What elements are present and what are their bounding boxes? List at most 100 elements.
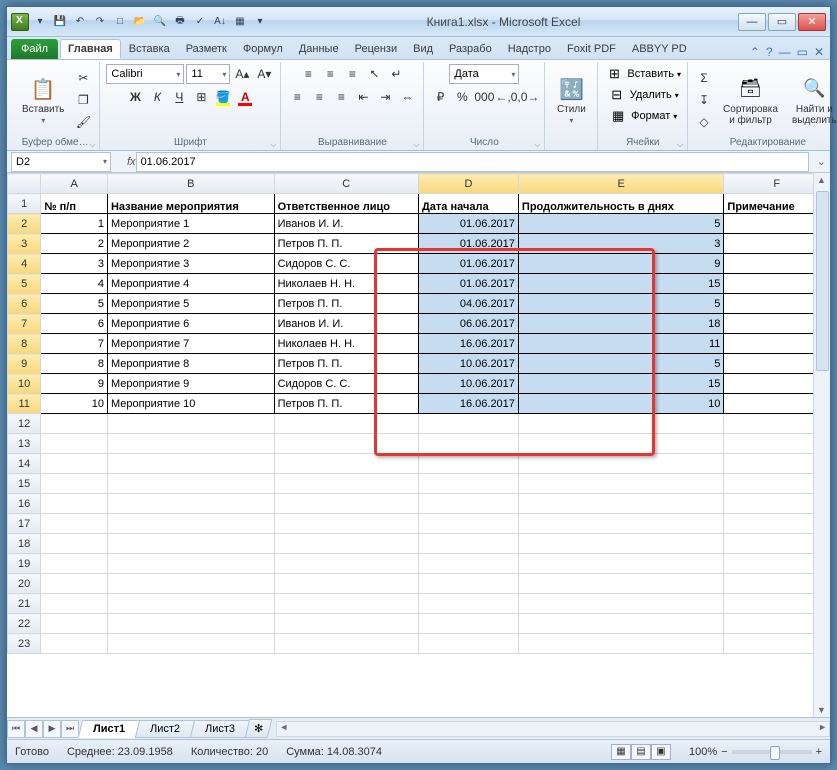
cell[interactable]: 16.06.2017 [418, 334, 518, 354]
styles-button[interactable]: 🔣 Стили ▾ [551, 72, 591, 128]
row-header-9[interactable]: 9 [8, 354, 41, 374]
cell[interactable] [274, 494, 418, 514]
maximize-button[interactable]: ▭ [768, 13, 796, 31]
minimize-button[interactable]: — [738, 13, 766, 31]
inc-decimal-icon[interactable]: ←,0 [496, 87, 516, 107]
row-header-21[interactable]: 21 [8, 594, 41, 614]
cell[interactable] [518, 454, 723, 474]
zoom-slider[interactable] [732, 750, 812, 754]
cell[interactable] [107, 514, 274, 534]
tab-abbyy pd[interactable]: ABBYY PD [624, 39, 695, 59]
expand-fmbar-icon[interactable]: ⌄ [813, 155, 830, 168]
cell[interactable]: Мероприятие 3 [107, 254, 274, 274]
cell[interactable]: Мероприятие 9 [107, 374, 274, 394]
cell[interactable]: 6 [41, 314, 108, 334]
cell[interactable] [418, 514, 518, 534]
shrink-font-icon[interactable]: A▾ [254, 64, 274, 84]
cell[interactable] [41, 514, 108, 534]
col-header-C[interactable]: C [274, 174, 418, 194]
cell[interactable] [41, 554, 108, 574]
fill-color-icon[interactable]: 🪣 [213, 87, 233, 107]
cell[interactable] [518, 614, 723, 634]
cell[interactable] [518, 594, 723, 614]
row-header-4[interactable]: 4 [8, 254, 41, 274]
tab-file[interactable]: Файл [11, 39, 58, 59]
italic-icon[interactable]: К [147, 87, 167, 107]
orientation-icon[interactable]: ⭦ [364, 64, 384, 84]
cell[interactable]: 10 [41, 394, 108, 414]
qat-print-icon[interactable]: 🖶 [171, 13, 189, 31]
tab-данные[interactable]: Данные [291, 39, 347, 59]
sheet-tab-Лист3[interactable]: Лист3 [190, 720, 251, 738]
cell[interactable]: Сидоров С. С. [274, 374, 418, 394]
cell[interactable] [518, 634, 723, 654]
vertical-scrollbar[interactable] [813, 173, 830, 717]
dec-decimal-icon[interactable]: ,0→ [518, 87, 538, 107]
cell[interactable]: 1 [41, 214, 108, 234]
qat-new-icon[interactable]: □ [111, 13, 129, 31]
cell[interactable]: Мероприятие 5 [107, 294, 274, 314]
row-header-12[interactable]: 12 [8, 414, 41, 434]
qat-dropdown-icon[interactable]: ▾ [31, 13, 49, 31]
sheet-nav-prev-icon[interactable]: ◀ [25, 720, 43, 738]
cell[interactable] [418, 494, 518, 514]
sheet-nav-last-icon[interactable]: ⏭ [61, 720, 79, 738]
row-header-18[interactable]: 18 [8, 534, 41, 554]
cell[interactable]: 01.06.2017 [418, 234, 518, 254]
cell[interactable] [274, 554, 418, 574]
sort-filter-button[interactable]: 🗃 Сортировка и фильтр [718, 72, 783, 129]
copy-icon[interactable]: ❐ [73, 90, 93, 110]
cell[interactable]: Иванов И. И. [274, 214, 418, 234]
row-header-20[interactable]: 20 [8, 574, 41, 594]
cell[interactable]: Мероприятие 2 [107, 234, 274, 254]
col-header-E[interactable]: E [518, 174, 723, 194]
cell[interactable] [41, 594, 108, 614]
cell[interactable] [41, 614, 108, 634]
percent-icon[interactable]: % [452, 87, 472, 107]
font-name-combo[interactable]: Calibri [106, 64, 184, 84]
worksheet-area[interactable]: ABCDEF1№ п/пНазвание мероприятияОтветств… [7, 173, 830, 717]
col-header-D[interactable]: D [418, 174, 518, 194]
cell[interactable]: 11 [518, 334, 723, 354]
cell[interactable]: 9 [518, 254, 723, 274]
cell[interactable]: Петров П. П. [274, 354, 418, 374]
row-header-1[interactable]: 1 [8, 194, 41, 214]
row-header-7[interactable]: 7 [8, 314, 41, 334]
cell[interactable] [107, 574, 274, 594]
currency-icon[interactable]: ₽ [430, 87, 450, 107]
wrap-text-icon[interactable]: ↵ [386, 64, 406, 84]
cell[interactable] [274, 634, 418, 654]
cell[interactable] [518, 514, 723, 534]
clear-icon[interactable]: ◇ [694, 112, 714, 132]
cell[interactable] [418, 474, 518, 494]
row-header-23[interactable]: 23 [8, 634, 41, 654]
header-cell[interactable]: Ответственное лицо [274, 194, 418, 214]
cell[interactable]: 15 [518, 374, 723, 394]
tab-разметк[interactable]: Разметк [178, 39, 235, 59]
doc-restore-icon[interactable]: ▭ [797, 45, 808, 59]
cell[interactable] [418, 574, 518, 594]
cell[interactable]: Петров П. П. [274, 394, 418, 414]
cell[interactable] [418, 534, 518, 554]
qat-save-icon[interactable]: 💾 [51, 13, 69, 31]
cell[interactable]: Мероприятие 10 [107, 394, 274, 414]
cell[interactable]: Мероприятие 4 [107, 274, 274, 294]
cells-format-button[interactable]: ▦ Формат▾ [608, 106, 677, 126]
tab-надстро[interactable]: Надстро [500, 39, 559, 59]
qat-spell-icon[interactable]: ✓ [191, 13, 209, 31]
cell[interactable] [418, 434, 518, 454]
bold-icon[interactable]: Ж [125, 87, 145, 107]
cell[interactable]: Мероприятие 1 [107, 214, 274, 234]
cell[interactable] [41, 494, 108, 514]
sheet-tab-Лист2[interactable]: Лист2 [135, 720, 196, 738]
doc-minimize-icon[interactable]: — [779, 45, 791, 59]
tab-рецензи[interactable]: Рецензи [347, 39, 406, 59]
cells-insert-button[interactable]: ⊞ Вставить▾ [604, 64, 681, 84]
collapse-ribbon-icon[interactable]: ⌃ [750, 45, 760, 59]
zoom-out-icon[interactable]: − [721, 746, 727, 758]
cell[interactable]: 16.06.2017 [418, 394, 518, 414]
cell[interactable] [274, 434, 418, 454]
zoom-in-icon[interactable]: + [816, 746, 822, 758]
cell[interactable]: 10 [518, 394, 723, 414]
row-header-14[interactable]: 14 [8, 454, 41, 474]
